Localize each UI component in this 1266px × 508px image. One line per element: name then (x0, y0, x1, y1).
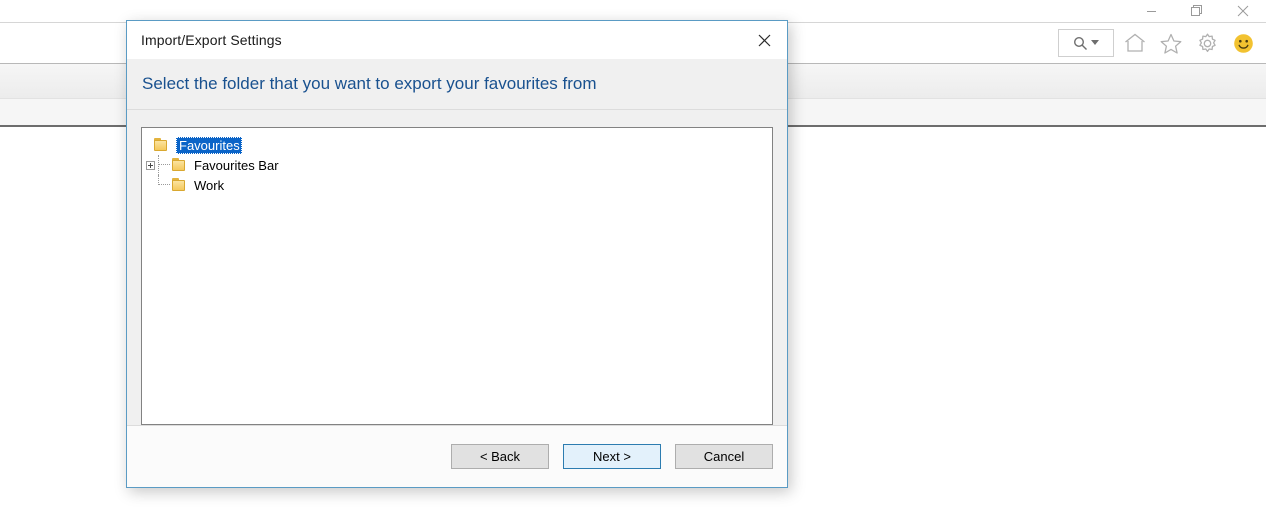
search-icon (1073, 36, 1087, 50)
dialog-footer: < Back Next > Cancel (127, 425, 787, 487)
search-input[interactable] (1058, 29, 1114, 57)
tree-item-favourites-bar[interactable]: Favourites Bar (142, 155, 772, 175)
tree-item-favourites[interactable]: Favourites (142, 135, 772, 155)
window-controls (1128, 0, 1266, 22)
dialog-header-text: Select the folder that you want to expor… (142, 74, 597, 93)
tree-connector (158, 155, 172, 175)
tree-item-label: Work (194, 177, 225, 193)
dialog-title-bar: Import/Export Settings (127, 21, 787, 59)
tree-expand-icon[interactable] (142, 155, 158, 175)
home-icon[interactable] (1120, 28, 1150, 58)
star-icon[interactable] (1156, 28, 1186, 58)
tree-item-label: Favourites (176, 136, 242, 154)
restore-icon[interactable] (1174, 0, 1220, 22)
minimize-icon[interactable] (1128, 0, 1174, 22)
folder-icon (172, 158, 188, 172)
dialog-header: Select the folder that you want to expor… (127, 59, 787, 110)
folder-icon (154, 138, 170, 152)
tree-expander-placeholder (142, 175, 158, 195)
dialog-title: Import/Export Settings (141, 32, 282, 48)
chevron-down-icon (1091, 40, 1099, 45)
browser-toolbar-icons (1058, 23, 1258, 63)
tree-item-work[interactable]: Work (142, 175, 772, 195)
tree-item-label: Favourites Bar (194, 157, 279, 173)
import-export-settings-dialog: Import/Export Settings Select the folder… (126, 20, 788, 488)
cancel-button[interactable]: Cancel (675, 444, 773, 469)
dialog-close-icon[interactable] (741, 21, 787, 59)
close-icon[interactable] (1220, 0, 1266, 22)
smiley-icon[interactable] (1228, 28, 1258, 58)
gear-icon[interactable] (1192, 28, 1222, 58)
next-button[interactable]: Next > (563, 444, 661, 469)
folder-icon (172, 178, 188, 192)
dialog-body: Favourites Favourites Bar Work (127, 110, 787, 425)
folder-tree-view[interactable]: Favourites Favourites Bar Work (141, 127, 773, 425)
back-button[interactable]: < Back (451, 444, 549, 469)
tree-connector (158, 175, 172, 195)
